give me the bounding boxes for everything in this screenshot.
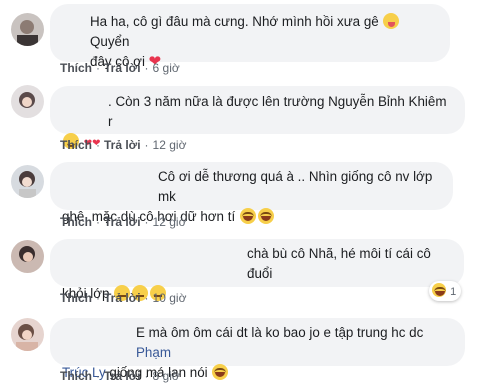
comment-text: chà bù cô Nhã, hé môi tí cái cô đuổi	[247, 246, 431, 281]
comment-text: Ha ha, cô gì đâu mà cưng. Nhớ mình hồi x…	[90, 14, 379, 29]
laugh-face-icon	[257, 208, 274, 224]
like-link[interactable]: Thích	[60, 138, 92, 152]
comment-text: Cô ơi dễ thương quá à .. Nhìn giống cô n…	[158, 169, 433, 204]
reaction-count: 1	[450, 286, 457, 298]
mention-link[interactable]: Phạm	[136, 345, 171, 360]
avatar[interactable]	[11, 13, 44, 46]
tongue-face-icon	[383, 13, 400, 29]
timestamp[interactable]: 8 giờ	[153, 369, 180, 383]
comment-actions: Thích · Trả lời · 6 giờ	[60, 61, 180, 75]
reply-link[interactable]: Trả lời	[104, 61, 141, 75]
timestamp[interactable]: 12 giờ	[153, 138, 187, 152]
avatar[interactable]	[11, 318, 44, 351]
laugh-face-icon	[212, 364, 229, 380]
timestamp[interactable]: 12 giờ	[153, 215, 187, 229]
avatar[interactable]	[11, 240, 44, 273]
comment-actions: Thích · Trả lời · 12 giờ	[60, 138, 187, 152]
comment-actions: Thích · Trả lời · 10 giờ	[60, 291, 187, 305]
like-link[interactable]: Thích	[60, 369, 92, 383]
reaction-badge[interactable]: 1	[429, 281, 462, 301]
avatar[interactable]	[11, 85, 44, 118]
like-link[interactable]: Thích	[60, 61, 92, 75]
comment-bubble: chà bù cô Nhã, hé môi tí cái cô đuổi khỏ…	[50, 239, 464, 301]
reply-link[interactable]: Trả lời	[104, 369, 141, 383]
comment-bubble: E mà ôm ôm cái dt là ko bao jo e tập tru…	[50, 318, 465, 380]
comment-text: Quyển	[90, 34, 130, 49]
comment-actions: Thích · Trả lời · 12 giờ	[60, 215, 187, 229]
reply-link[interactable]: Trả lời	[104, 138, 141, 152]
timestamp[interactable]: 6 giờ	[153, 61, 180, 75]
like-link[interactable]: Thích	[60, 215, 92, 229]
comment-bubble: . Còn 3 năm nữa là được lên trường Nguyễ…	[50, 86, 465, 149]
comment-actions: Thích · Trả lời · 8 giờ	[60, 369, 180, 383]
laugh-face-icon	[432, 283, 446, 297]
reply-link[interactable]: Trả lời	[104, 291, 141, 305]
comment-text: E mà ôm ôm cái dt là ko bao jo e tập tru…	[136, 325, 424, 340]
timestamp[interactable]: 10 giờ	[153, 291, 187, 305]
comment-bubble: Cô ơi dễ thương quá à .. Nhìn giống cô n…	[50, 162, 453, 224]
like-link[interactable]: Thích	[60, 291, 92, 305]
avatar[interactable]	[11, 165, 44, 198]
reply-link[interactable]: Trả lời	[104, 215, 141, 229]
comment-text: . Còn 3 năm nữa là được lên trường Nguyễ…	[108, 94, 447, 129]
comment-bubble: Ha ha, cô gì đâu mà cưng. Nhớ mình hồi x…	[50, 4, 450, 70]
laugh-face-icon	[239, 208, 256, 224]
